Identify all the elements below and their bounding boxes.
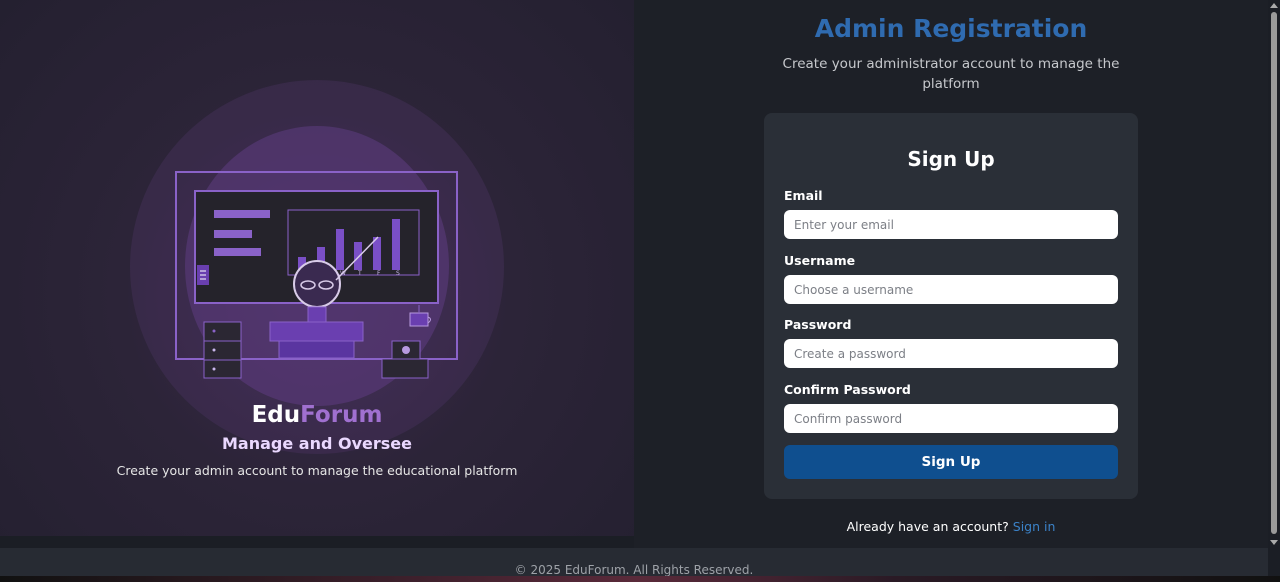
footer: © 2025 EduForum. All Rights Reserved. xyxy=(0,548,1268,577)
email-label: Email xyxy=(784,188,823,203)
scrollbar-thumb[interactable] xyxy=(1271,12,1277,534)
username-label: Username xyxy=(784,253,856,268)
brand-part2: Forum xyxy=(300,402,383,428)
form-title: Sign Up xyxy=(907,147,995,171)
signin-prompt: Already have an account? xyxy=(846,519,1009,534)
vertical-scrollbar[interactable] xyxy=(1268,0,1280,548)
page-title: Admin Registration xyxy=(814,14,1088,43)
signin-link[interactable]: Sign in xyxy=(1013,519,1056,534)
scroll-down-arrow-icon[interactable] xyxy=(1270,540,1278,545)
registration-panel: Admin Registration Create your administr… xyxy=(634,0,1268,548)
hero-subtitle: Manage and Oversee xyxy=(222,434,412,453)
hero-panel: W T F S EduForum Manage and Oversee Crea… xyxy=(0,0,634,536)
signup-form: Sign Up Email Username Password Confirm … xyxy=(764,113,1138,499)
chart-label: F xyxy=(377,270,381,277)
brand-logo: EduForum xyxy=(0,402,634,428)
email-field[interactable] xyxy=(784,210,1118,239)
username-field[interactable] xyxy=(784,275,1118,304)
admin-dashboard-illustration: W T F S xyxy=(175,171,458,379)
password-field[interactable] xyxy=(784,339,1118,368)
signup-button[interactable]: Sign Up xyxy=(784,445,1118,479)
background-strip xyxy=(0,576,1280,582)
password-label: Password xyxy=(784,317,852,332)
confirm-password-field[interactable] xyxy=(784,404,1118,433)
hero-description: Create your admin account to manage the … xyxy=(116,463,518,478)
brand-part1: Edu xyxy=(251,402,301,428)
page-description: Create your administrator account to man… xyxy=(782,56,1120,92)
chart-label: T xyxy=(357,270,362,277)
scroll-up-arrow-icon[interactable] xyxy=(1270,3,1278,8)
chart-label: S xyxy=(396,270,400,277)
confirm-password-label: Confirm Password xyxy=(784,382,911,397)
signin-prompt-row: Already have an account? Sign in xyxy=(634,519,1268,534)
